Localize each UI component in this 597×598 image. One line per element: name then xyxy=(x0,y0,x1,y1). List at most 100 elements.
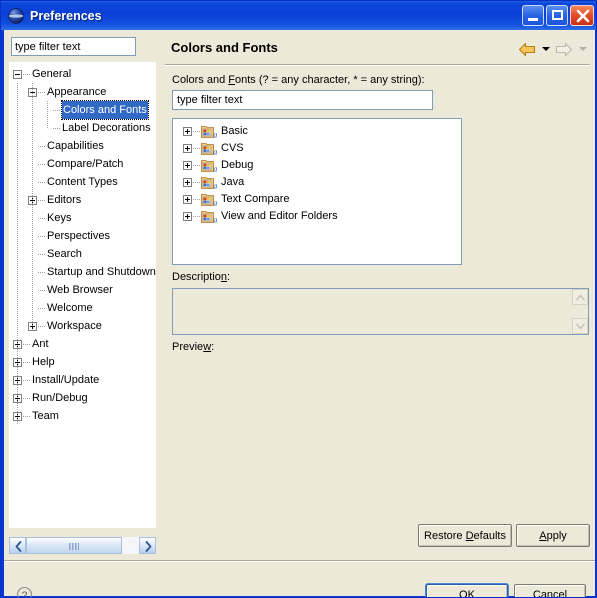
colors-fonts-category-tree[interactable]: a Basic a CVS a Debug a Java a Text Compare a View … xyxy=(172,118,462,265)
window-title: Preferences xyxy=(30,8,102,23)
tree-connector xyxy=(38,272,46,273)
tree-connector xyxy=(38,164,46,165)
scrollbar-track[interactable] xyxy=(26,537,139,554)
restore-defaults-button[interactable]: Restore Defaults xyxy=(418,524,512,547)
tree-connector xyxy=(193,199,200,200)
tree-connector xyxy=(23,362,31,363)
category-row[interactable]: a CVS xyxy=(173,140,461,157)
category-row[interactable]: a Basic xyxy=(173,123,461,140)
preview-label-prefix: Previe xyxy=(172,341,204,353)
help-icon[interactable]: ? xyxy=(16,586,33,598)
expand-icon[interactable] xyxy=(183,144,192,153)
description-scrollbar xyxy=(572,289,588,334)
svg-text:a: a xyxy=(213,148,217,156)
scroll-down-icon xyxy=(572,318,588,334)
description-label: Description: xyxy=(172,271,230,283)
scroll-up-icon xyxy=(572,289,588,305)
category-label: CVS xyxy=(221,142,244,154)
tree-connector xyxy=(53,128,61,129)
tree-connector xyxy=(38,308,46,309)
globe-icon xyxy=(7,7,25,25)
colors-fonts-folder-icon: a xyxy=(201,159,217,174)
apply-button[interactable]: Apply xyxy=(516,524,590,547)
back-dropdown-icon[interactable] xyxy=(540,39,551,59)
tree-item-run-debug[interactable]: Run/Debug xyxy=(9,389,156,407)
svg-text:a: a xyxy=(213,182,217,190)
maximize-button[interactable] xyxy=(546,5,568,26)
page-title: Colors and Fonts xyxy=(171,40,278,55)
tree-item-label: Workspace xyxy=(47,320,102,332)
svg-text:a: a xyxy=(213,131,217,139)
tree-item-label: Content Types xyxy=(47,176,118,188)
filter-label-mnemonic: F xyxy=(228,74,235,86)
tree-item-label: General xyxy=(32,68,72,80)
title-bar[interactable]: Preferences xyxy=(1,1,596,30)
preferences-tree[interactable]: General Appearance Colors and Fonts Label D… xyxy=(9,62,156,528)
tree-guide-line xyxy=(32,83,33,326)
expand-icon[interactable] xyxy=(183,195,192,204)
dialog-body: General Appearance Colors and Fonts Label D… xyxy=(4,30,595,598)
tree-connector xyxy=(38,236,46,237)
preview-label-mnemonic: w xyxy=(203,341,212,353)
category-row[interactable]: a Debug xyxy=(173,157,461,174)
back-arrow-icon[interactable] xyxy=(516,39,538,59)
description-textarea[interactable] xyxy=(172,288,589,335)
expand-icon[interactable] xyxy=(183,127,192,136)
tree-item-label: Search xyxy=(47,248,82,260)
tree-connector xyxy=(23,416,31,417)
colors-fonts-folder-icon: a xyxy=(201,193,217,208)
scroll-left-icon[interactable] xyxy=(9,537,26,554)
tree-item-label: Colors and Fonts xyxy=(61,100,149,120)
tree-connector xyxy=(38,218,46,219)
tree-connector xyxy=(38,326,46,327)
tree-item-label: Help xyxy=(32,356,55,368)
ok-button[interactable]: OK xyxy=(426,584,508,597)
collapse-icon[interactable] xyxy=(13,70,22,79)
category-label: Java xyxy=(221,176,245,188)
expand-icon[interactable] xyxy=(183,178,192,187)
filter-label-prefix: Colors and xyxy=(172,74,229,86)
category-label: Text Compare xyxy=(221,193,290,205)
header-divider-highlight xyxy=(165,65,590,66)
pane-sash[interactable] xyxy=(158,35,164,554)
filter-label: Colors and Fonts (? = any character, * =… xyxy=(172,74,425,86)
category-row[interactable]: a View and Editor Folders xyxy=(173,208,461,225)
scroll-right-icon[interactable] xyxy=(139,537,156,554)
svg-text:?: ? xyxy=(22,590,28,598)
tree-filter-input[interactable] xyxy=(11,37,136,56)
tree-connector xyxy=(38,200,46,201)
tree-connector xyxy=(193,131,200,132)
tree-connector xyxy=(193,148,200,149)
tree-item-help[interactable]: Help xyxy=(9,353,156,371)
tree-item-ant[interactable]: Ant xyxy=(9,335,156,353)
restore-suffix: efaults xyxy=(473,529,506,542)
tree-horizontal-scrollbar[interactable] xyxy=(9,537,156,554)
minimize-button[interactable] xyxy=(522,5,544,26)
close-icon[interactable] xyxy=(570,5,594,26)
tree-item-label: Label Decorations xyxy=(62,122,151,134)
category-label: Debug xyxy=(221,159,254,171)
tree-item-team[interactable]: Team xyxy=(9,407,156,425)
page-content-pane: Colors and Fonts Colors and Fonts (? = a… xyxy=(165,35,590,554)
tree-guide-line xyxy=(17,83,18,425)
category-row[interactable]: a Java xyxy=(173,174,461,191)
tree-connector xyxy=(23,398,31,399)
tree-connector xyxy=(38,254,46,255)
tree-item-label: Editors xyxy=(47,194,82,206)
tree-item-general[interactable]: General xyxy=(9,65,156,83)
tree-item-label: Perspectives xyxy=(47,230,110,242)
tree-connector xyxy=(23,74,31,75)
category-row[interactable]: a Text Compare xyxy=(173,191,461,208)
tree-connector xyxy=(38,146,46,147)
tree-item-install-update[interactable]: Install/Update xyxy=(9,371,156,389)
expand-icon[interactable] xyxy=(183,161,192,170)
scrollbar-thumb[interactable] xyxy=(26,537,122,554)
tree-item-label: Team xyxy=(32,410,59,422)
colors-fonts-folder-icon: a xyxy=(201,125,217,140)
tree-connector xyxy=(38,290,46,291)
cancel-button[interactable]: Cancel xyxy=(514,584,586,597)
expand-icon[interactable] xyxy=(183,212,192,221)
colors-fonts-filter-input[interactable] xyxy=(172,90,433,110)
colors-fonts-folder-icon: a xyxy=(201,142,217,157)
tree-item-label: Compare/Patch xyxy=(47,158,124,170)
